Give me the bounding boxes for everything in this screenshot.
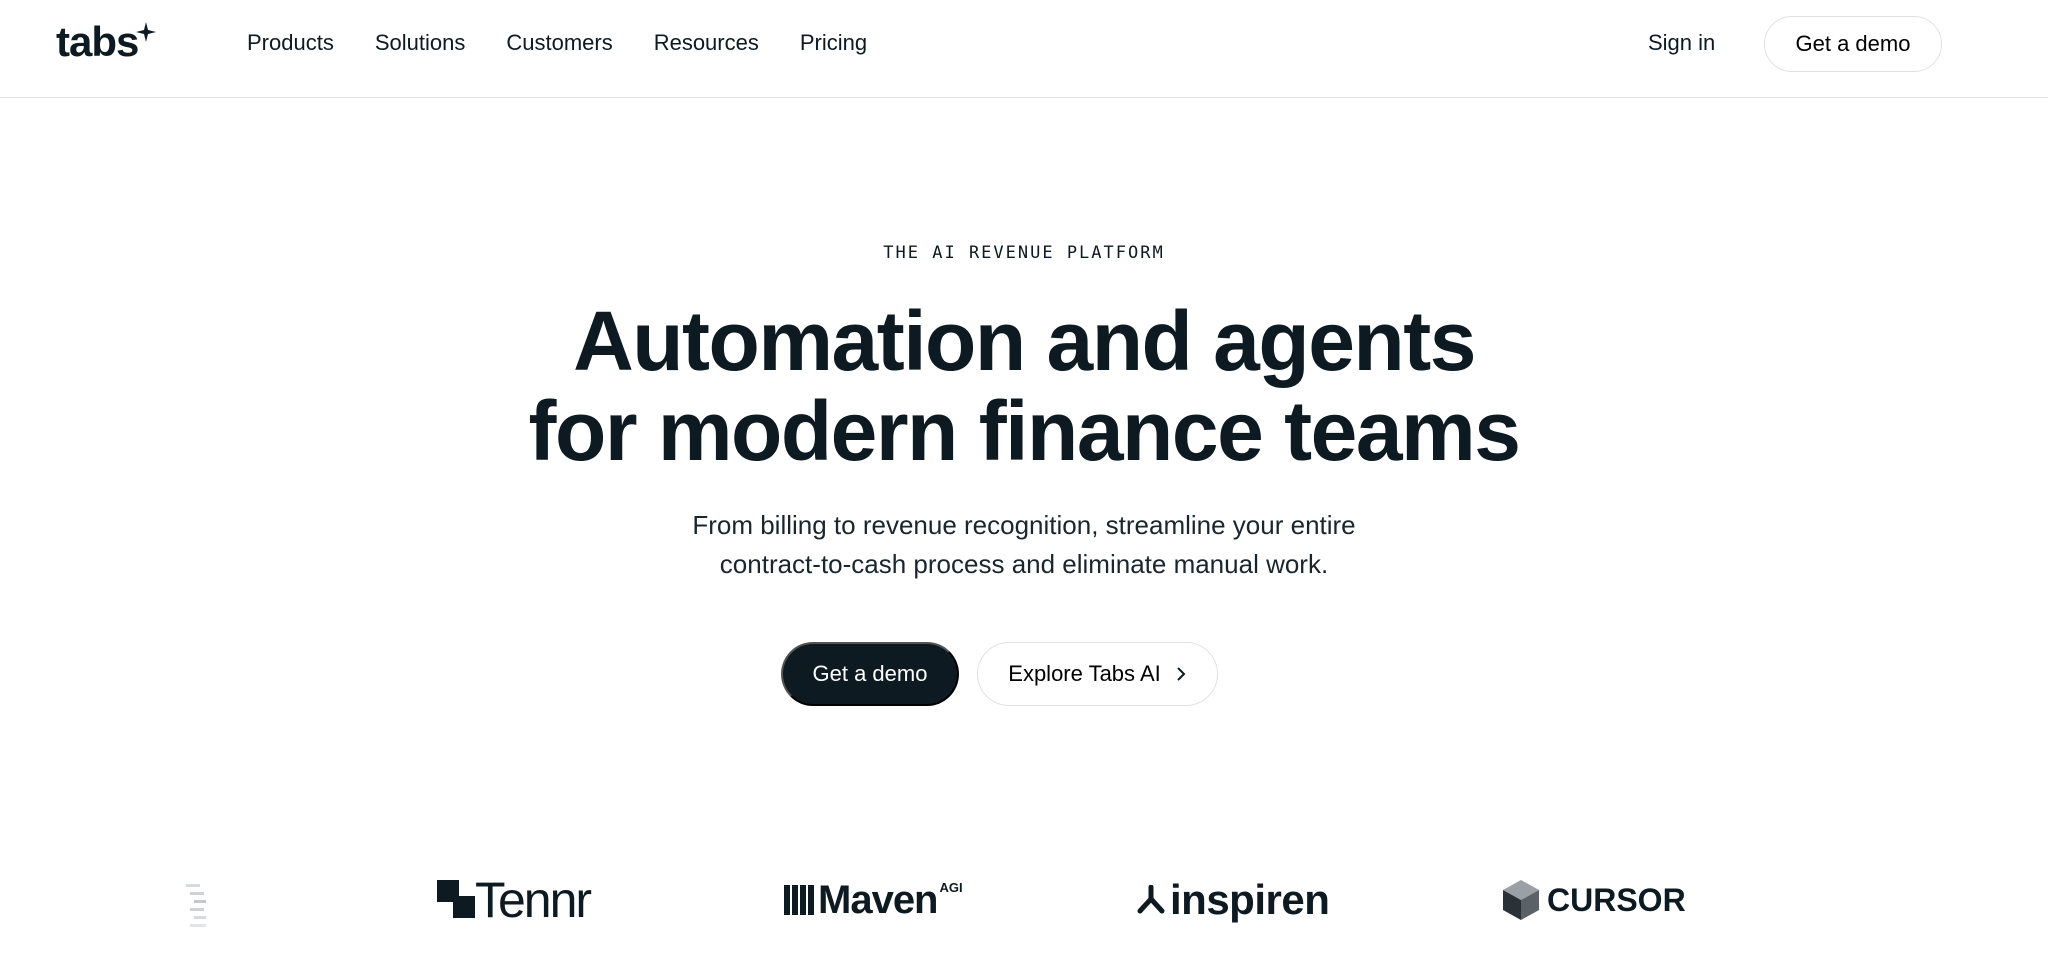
inspiren-wordmark: inspiren bbox=[1170, 876, 1330, 923]
maven-agi-superscript: AGI bbox=[939, 880, 963, 895]
nav-products[interactable]: Products bbox=[247, 30, 334, 56]
nav-resources[interactable]: Resources bbox=[654, 30, 759, 56]
subtitle-line-1: From billing to revenue recognition, str… bbox=[692, 510, 1356, 540]
brand-logo[interactable]: tabs bbox=[56, 18, 139, 66]
maven-mark-icon bbox=[784, 885, 814, 915]
get-demo-button[interactable]: Get a demo bbox=[781, 642, 959, 706]
inspiren-mark-icon bbox=[1137, 885, 1165, 914]
nav-customers[interactable]: Customers bbox=[506, 30, 612, 56]
customer-logos: Tennr Maven AGI inspiren CURSOR bbox=[0, 870, 2048, 930]
main-nav: Products Solutions Customers Resources P… bbox=[247, 30, 908, 56]
top-nav: tabs Products Solutions Customers Resour… bbox=[0, 0, 2048, 98]
sign-in-link[interactable]: Sign in bbox=[1648, 30, 1715, 56]
get-demo-header-button[interactable]: Get a demo bbox=[1764, 16, 1942, 72]
maven-logo: Maven AGI bbox=[784, 870, 963, 930]
hero-eyebrow: THE AI REVENUE PLATFORM bbox=[883, 243, 1165, 263]
headline-line-1: Automation and agents bbox=[573, 294, 1476, 388]
sparkle-icon bbox=[136, 22, 156, 42]
hero-subtitle: From billing to revenue recognition, str… bbox=[24, 506, 2024, 584]
tennr-logo: Tennr bbox=[437, 870, 592, 930]
nav-pricing[interactable]: Pricing bbox=[800, 30, 867, 56]
tennr-wordmark: Tennr bbox=[475, 872, 592, 928]
subtitle-line-2: contract-to-cash process and eliminate m… bbox=[719, 549, 1329, 579]
cursor-wordmark: CURSOR bbox=[1547, 881, 1686, 918]
maven-wordmark: Maven bbox=[818, 877, 938, 922]
cursor-logo: CURSOR bbox=[1503, 870, 1686, 930]
cursor-cube-icon bbox=[1503, 880, 1539, 920]
faded-logo-mark bbox=[186, 884, 206, 927]
explore-tabs-ai-button[interactable]: Explore Tabs AI bbox=[977, 642, 1218, 706]
explore-tabs-ai-label: Explore Tabs AI bbox=[1008, 661, 1161, 686]
nav-solutions[interactable]: Solutions bbox=[375, 30, 466, 56]
headline-line-2: for modern finance teams bbox=[528, 384, 1521, 478]
inspiren-logo: inspiren bbox=[1136, 870, 1330, 930]
tennr-mark-icon bbox=[437, 880, 475, 918]
chevron-right-icon bbox=[1177, 667, 1186, 681]
hero-headline: Automation and agents for modern finance… bbox=[24, 296, 2024, 476]
